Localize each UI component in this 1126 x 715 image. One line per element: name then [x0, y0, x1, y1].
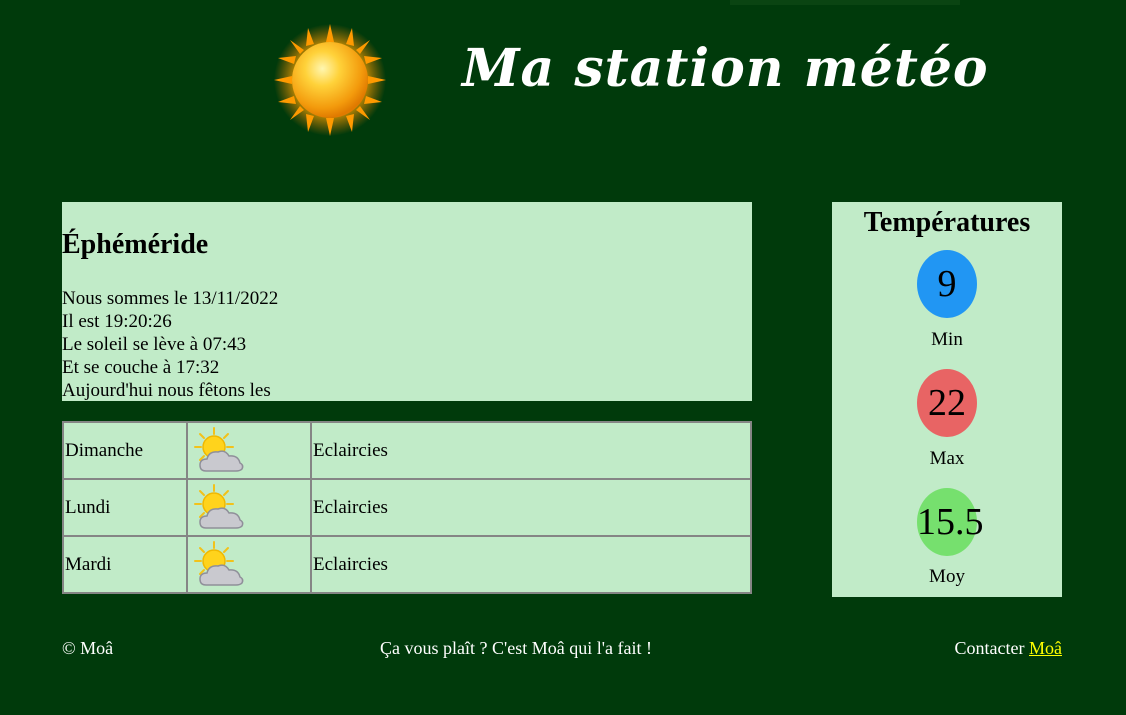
forecast-desc: Eclaircies: [310, 535, 752, 594]
ephemeride-panel: Éphéméride Nous sommes le 13/11/2022 Il …: [62, 202, 752, 401]
contact-link[interactable]: Moâ: [1029, 638, 1062, 658]
forecast-day: Dimanche: [62, 421, 188, 480]
ephemeride-time: Il est 19:20:26: [62, 311, 172, 332]
ephemeride-date: Nous sommes le 13/11/2022: [62, 288, 279, 309]
ephemeride-sunrise: Le soleil se lève à 07:43: [62, 334, 247, 355]
footer-tagline: Ça vous plaît ? C'est Moâ qui l'a fait !: [380, 638, 652, 658]
header: Ma station météo: [0, 0, 1126, 170]
site-title: Ma station météo: [462, 38, 989, 99]
ephemeride-sunset: Et se couche à 17:32: [62, 357, 220, 378]
forecast-table: Dimanche Eclaircies Lundi Eclaircies Mar…: [62, 421, 752, 594]
temp-avg-value: 15.5: [917, 501, 984, 543]
table-row: Mardi Eclaircies: [62, 535, 752, 594]
temp-avg-label: Moy: [929, 566, 965, 587]
footer-contact-label: Contacter: [954, 638, 1029, 658]
forecast-icon-cell: [186, 535, 312, 594]
ephemeride-title: Éphéméride: [62, 229, 209, 260]
temp-min-value: 9: [937, 263, 957, 305]
forecast-icon-cell: [186, 478, 312, 537]
ephemeride-lines: Nous sommes le 13/11/2022 Il est 19:20:2…: [62, 287, 278, 402]
sun-behind-cloud-icon: [194, 540, 244, 586]
temperatures-panel: Températures 9 Min 22 Max 15.5 Moy: [832, 202, 1062, 597]
footer-contact: Contacter Moâ: [955, 637, 1062, 659]
temp-max-value: 22: [928, 382, 966, 424]
temp-min-label: Min: [931, 329, 963, 350]
footer-copyright: © Moâ: [62, 638, 114, 658]
forecast-day: Mardi: [62, 535, 188, 594]
temp-max-label: Max: [929, 448, 965, 469]
sun-behind-cloud-icon: [194, 426, 244, 472]
sun-icon: [274, 24, 386, 136]
table-row: Dimanche Eclaircies: [62, 421, 752, 480]
forecast-desc: Eclaircies: [310, 421, 752, 480]
forecast-day: Lundi: [62, 478, 188, 537]
temp-avg-badge: 15.5: [917, 488, 984, 556]
temp-max-badge: 22: [917, 369, 977, 437]
table-row: Lundi Eclaircies: [62, 478, 752, 537]
forecast-icon-cell: [186, 421, 312, 480]
temp-min-badge: 9: [917, 250, 977, 318]
ephemeride-saint: Aujourd'hui nous fêtons les: [62, 380, 271, 401]
sun-behind-cloud-icon: [194, 483, 244, 529]
temperatures-title: Températures: [863, 207, 1031, 238]
forecast-desc: Eclaircies: [310, 478, 752, 537]
